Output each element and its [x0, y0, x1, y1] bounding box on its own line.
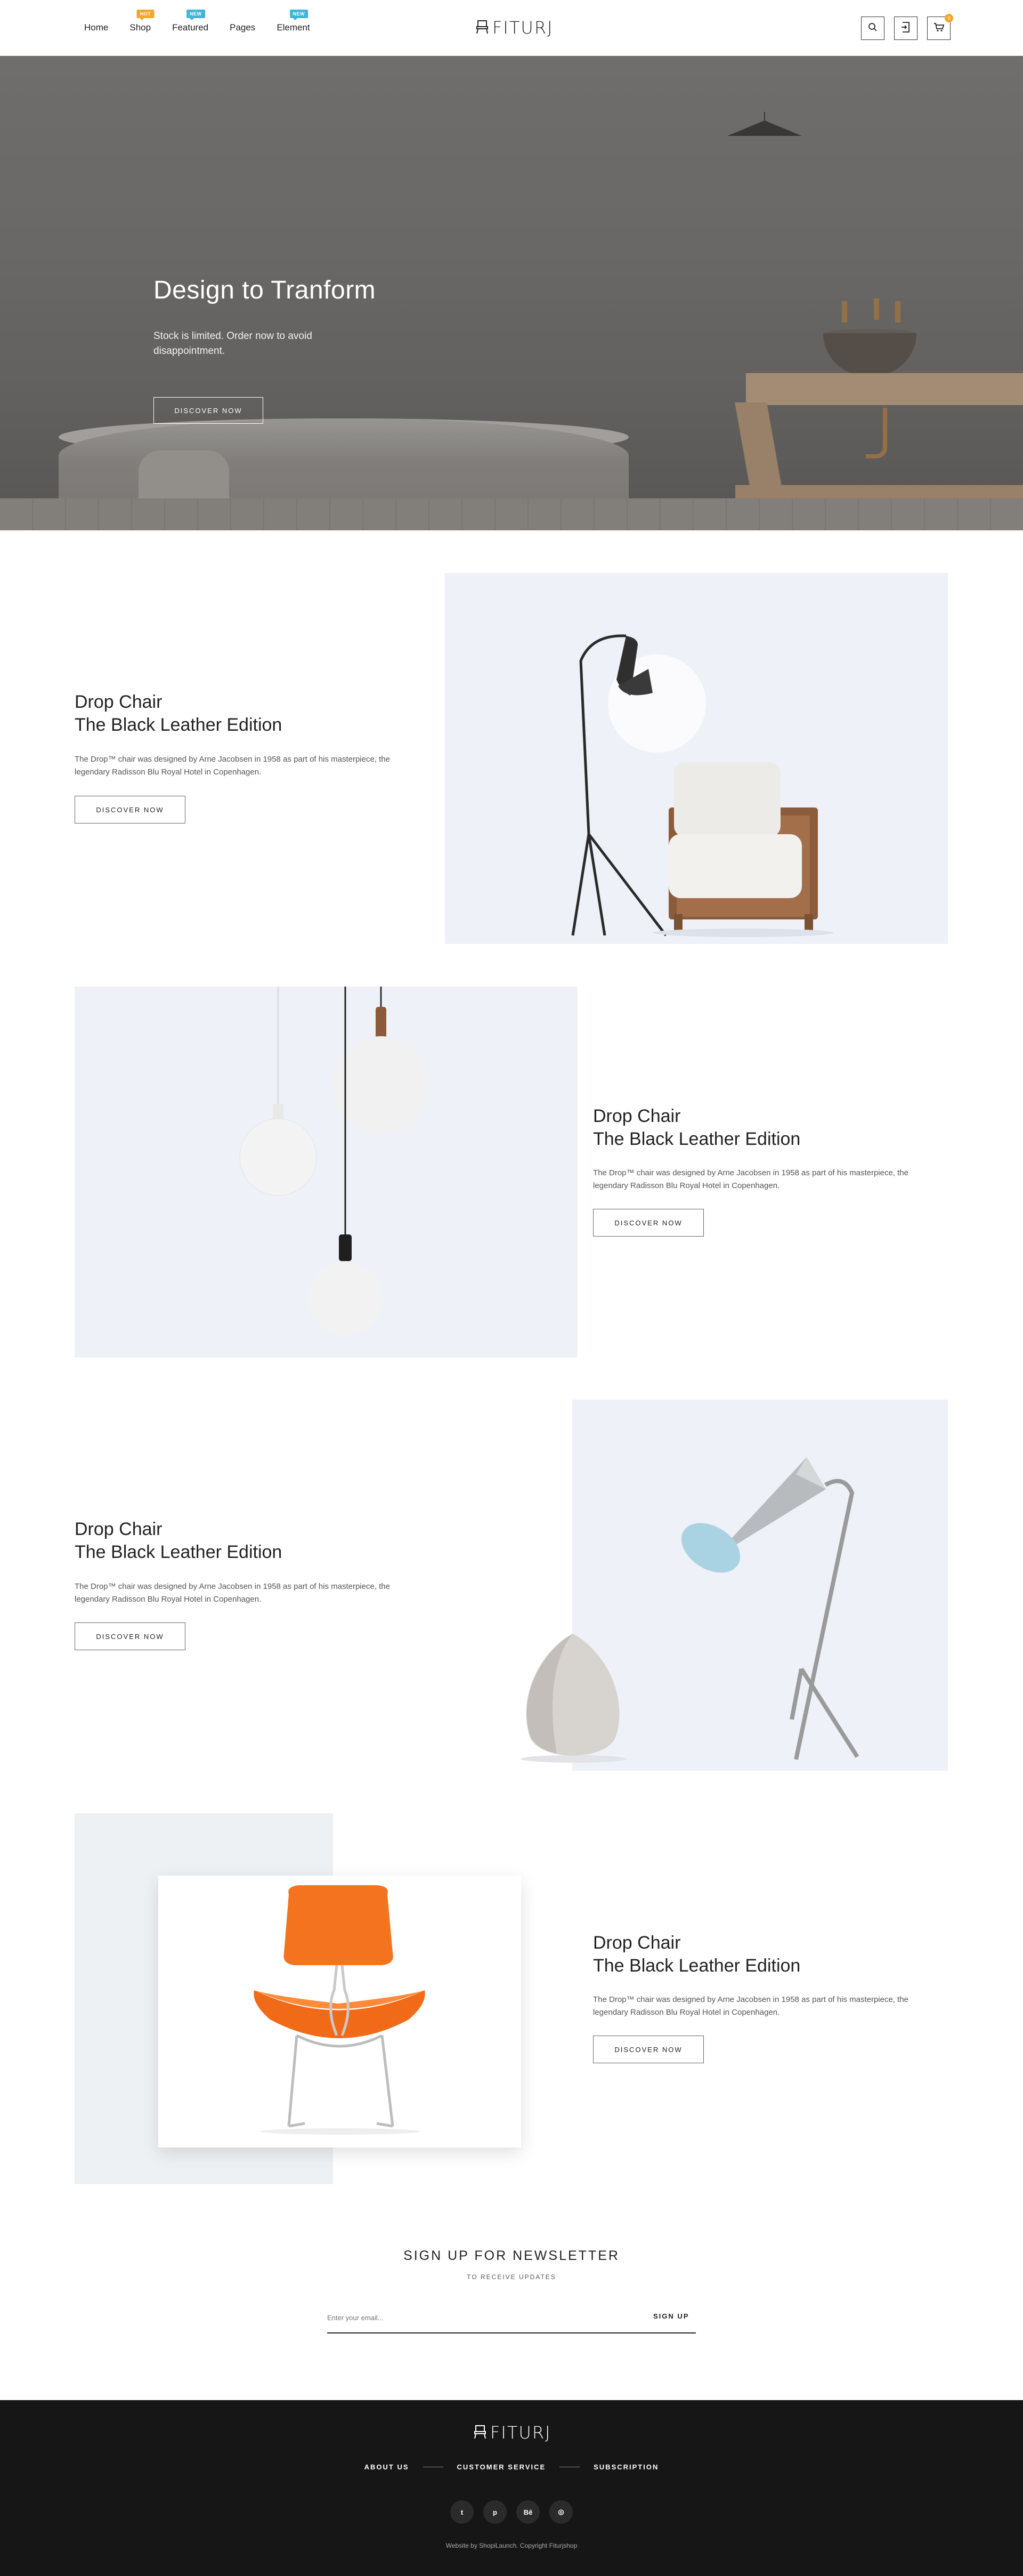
site-header: Home HOT Shop NEW Featured Pages NEW Ele… [0, 0, 1023, 56]
new-badge: NEW [186, 10, 205, 20]
product-title-line2: The Black Leather Edition [75, 715, 282, 735]
footer-copyright: Website by ShopiLaunch. Copyright Fiturj… [445, 2542, 578, 2549]
footer-link-about[interactable]: ABOUT US [364, 2463, 409, 2471]
instagram-icon[interactable]: ◎ [549, 2500, 573, 2524]
hero-subtitle: Stock is limited. Order now to avoid dis… [153, 330, 312, 357]
main-nav: Home HOT Shop NEW Featured Pages NEW Ele… [84, 10, 331, 34]
site-footer: FITURJ ABOUT US CUSTOMER SERVICE SUBSCRI… [0, 2400, 1023, 2576]
login-icon [901, 21, 911, 35]
product-title-line1: Drop Chair [593, 1933, 681, 1953]
logo-text: FITURJ [492, 18, 554, 38]
nav-item-shop[interactable]: HOT Shop [129, 10, 155, 34]
search-button[interactable] [861, 17, 884, 40]
footer-link-subscription[interactable]: SUBSCRIPTION [594, 2463, 659, 2471]
hot-badge: HOT [136, 10, 155, 20]
cart-button[interactable]: 0 [927, 14, 953, 40]
product-description: The Drop™ chair was designed by Arne Jac… [593, 1995, 908, 2017]
hero-discover-button[interactable]: DISCOVER NOW [153, 397, 263, 424]
product-description: The Drop™ chair was designed by Arne Jac… [75, 1582, 390, 1604]
nav-item-label: Shop [129, 22, 151, 33]
nav-item-label: Home [84, 22, 109, 33]
behance-icon[interactable]: Bē [516, 2500, 540, 2524]
product-image-floor-lamp-armchair[interactable] [445, 573, 948, 944]
header-actions: 0 [861, 14, 953, 40]
product-description: The Drop™ chair was designed by Arne Jac… [75, 755, 390, 777]
footer-logo-text: FITURJ [490, 2422, 551, 2443]
new-badge: NEW [289, 10, 308, 20]
product-image-orange-chair[interactable] [158, 1876, 521, 2147]
product-discover-button[interactable]: DISCOVER NOW [75, 796, 185, 823]
newsletter-title: SIGN UP FOR NEWSLETTER [403, 2248, 620, 2263]
product-discover-button[interactable]: DISCOVER NOW [593, 2036, 704, 2063]
nav-item-label: Element [277, 22, 310, 33]
vase-image [521, 1634, 627, 1763]
newsletter-subtitle: TO RECEIVE UPDATES [467, 2273, 556, 2281]
cart-icon [933, 22, 945, 35]
product-title: Drop Chair The Black Leather Edition [75, 691, 282, 737]
product-title-line1: Drop Chair [593, 1106, 681, 1126]
product-image-pendant-lamps[interactable] [75, 987, 578, 1358]
product-title: Drop Chair The Black Leather Edition [75, 1518, 282, 1564]
product-title-line2: The Black Leather Edition [75, 1542, 282, 1562]
search-icon [868, 22, 878, 35]
newsletter-email-input[interactable] [327, 2308, 647, 2327]
product-title-line2: The Black Leather Edition [593, 1129, 801, 1149]
product-title-line1: Drop Chair [75, 1519, 163, 1539]
hero-banner: Design to Tranform Stock is limited. Ord… [0, 56, 1023, 530]
product-title-line1: Drop Chair [75, 692, 163, 712]
product-discover-button[interactable]: DISCOVER NOW [75, 1622, 185, 1650]
product-discover-button[interactable]: DISCOVER NOW [593, 1209, 704, 1237]
login-button[interactable] [894, 17, 918, 40]
nav-item-pages[interactable]: Pages [230, 21, 255, 34]
site-logo[interactable]: FITURJ [475, 18, 554, 38]
nav-item-element[interactable]: NEW Element [277, 10, 310, 34]
product-title: Drop Chair The Black Leather Edition [593, 1105, 800, 1151]
nav-item-featured[interactable]: NEW Featured [172, 10, 209, 34]
cart-count-badge: 0 [945, 14, 953, 22]
product-description: The Drop™ chair was designed by Arne Jac… [593, 1168, 908, 1190]
product-title-line2: The Black Leather Edition [593, 1956, 801, 1976]
chair-logo-icon [475, 19, 489, 37]
twitter-icon[interactable]: t [450, 2500, 474, 2524]
social-links: t p Bē ◎ [0, 2500, 1023, 2524]
footer-logo[interactable]: FITURJ [473, 2422, 551, 2443]
footer-link-customer-service[interactable]: CUSTOMER SERVICE [457, 2463, 546, 2471]
nav-item-home[interactable]: Home [84, 21, 108, 34]
nav-item-label: Featured [172, 22, 209, 33]
newsletter-input-underline [327, 2332, 696, 2333]
product-title: Drop Chair The Black Leather Edition [593, 1932, 800, 1977]
chair-logo-icon [473, 2424, 487, 2442]
hero-title: Design to Tranform [153, 276, 376, 304]
newsletter-signup-button[interactable]: SIGN UP [653, 2312, 689, 2320]
nav-item-label: Pages [230, 22, 256, 33]
pinterest-icon[interactable]: p [483, 2500, 507, 2524]
footer-links: ABOUT US CUSTOMER SERVICE SUBSCRIPTION [0, 2463, 1023, 2471]
